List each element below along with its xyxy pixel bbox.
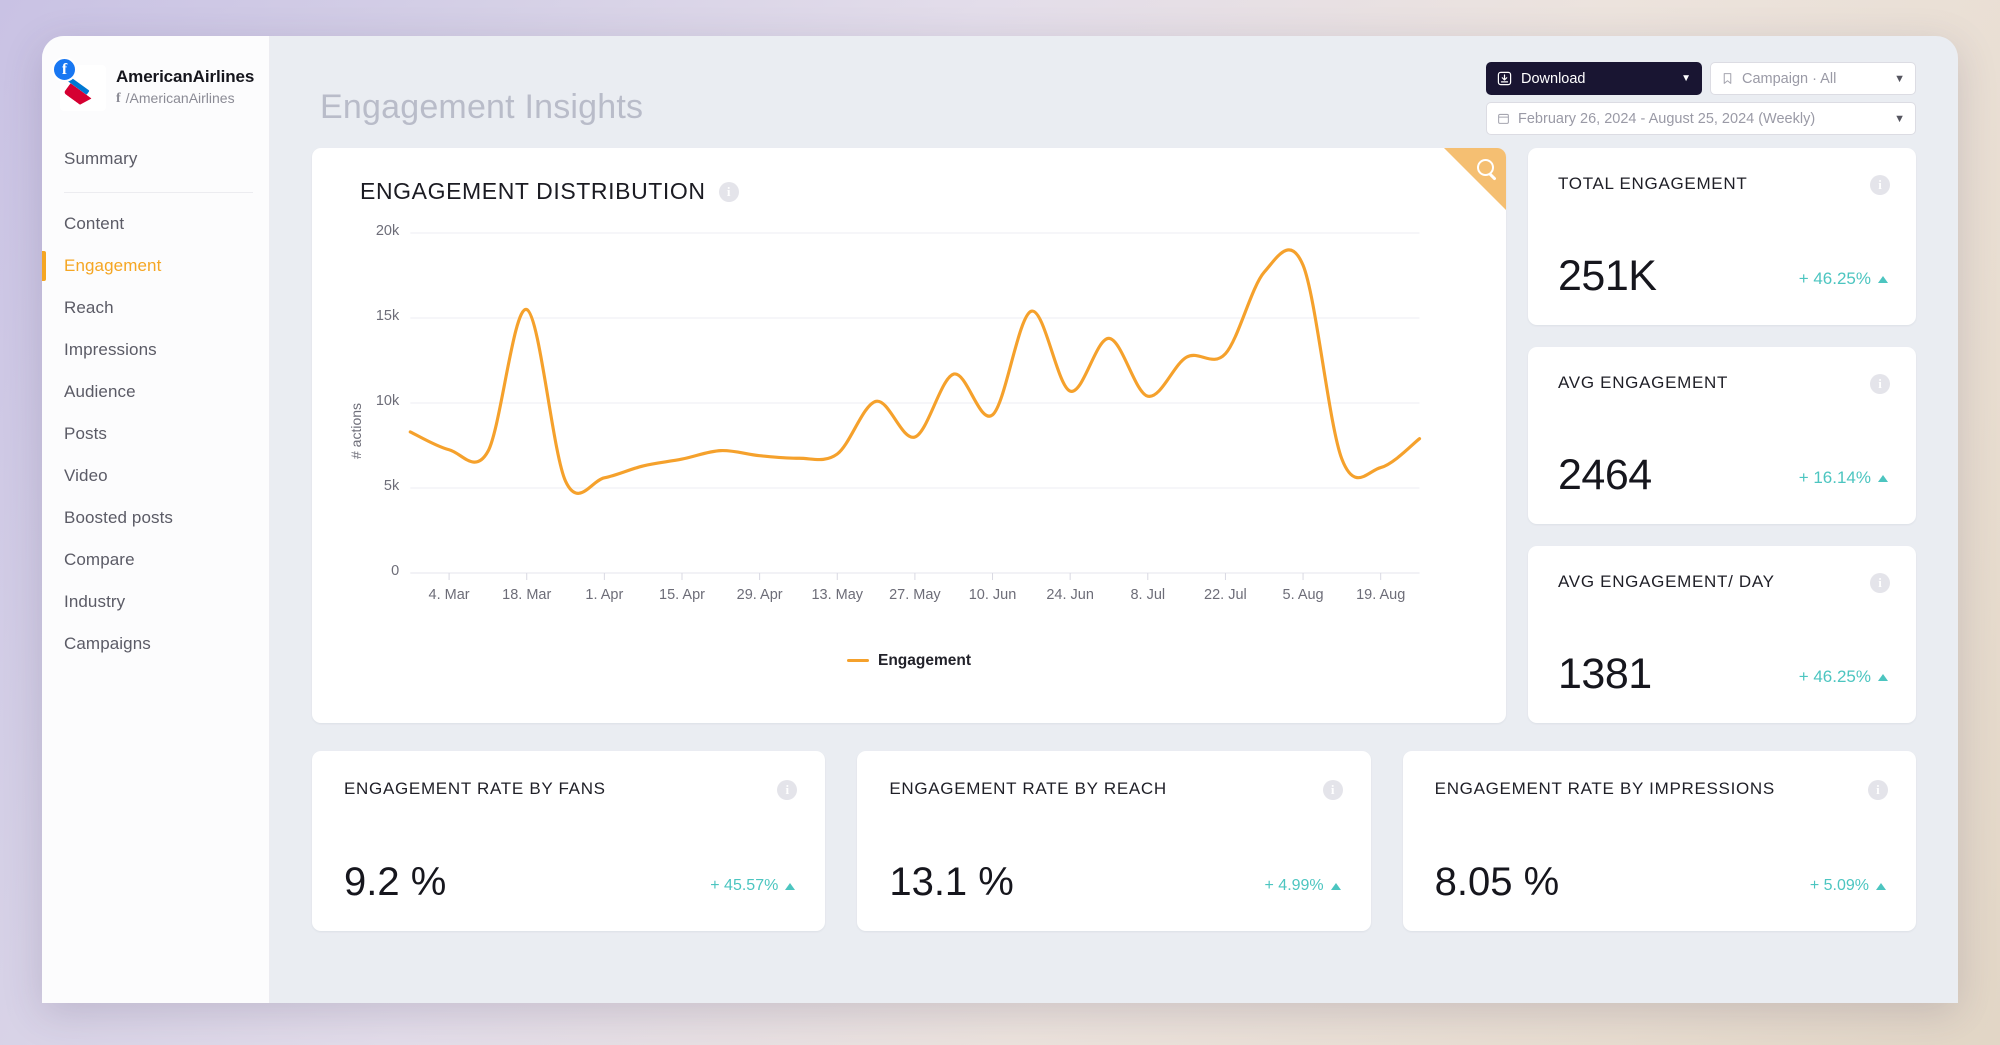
chevron-down-icon: ▼ xyxy=(1681,73,1691,84)
download-button-label: Download xyxy=(1521,70,1586,87)
sidebar-item-reach[interactable]: Reach xyxy=(42,287,269,329)
info-icon[interactable]: i xyxy=(1870,573,1890,593)
kpi-delta: + 46.25% xyxy=(1799,269,1888,289)
info-icon[interactable]: i xyxy=(718,181,739,202)
date-range-select[interactable]: February 26, 2024 - August 25, 2024 (Wee… xyxy=(1486,102,1916,135)
info-icon[interactable]: i xyxy=(1870,175,1890,195)
date-range-label: February 26, 2024 - August 25, 2024 (Wee… xyxy=(1518,110,1816,127)
rate-card-by-impressions: ENGAGEMENT RATE BY IMPRESSIONS i 8.05 % … xyxy=(1402,751,1916,931)
sidebar-item-industry[interactable]: Industry xyxy=(42,581,269,623)
chart-title: ENGAGEMENT DISTRIBUTION xyxy=(360,178,706,204)
chart-legend: Engagement xyxy=(312,649,1506,670)
profile-name: AmericanAirlines xyxy=(116,67,255,87)
kpi-card-avg-engagement-per-day: AVG ENGAGEMENT/ DAY i 1381 + 46.25% xyxy=(1528,546,1916,723)
rate-card-by-fans: ENGAGEMENT RATE BY FANS i 9.2 % + 45.57% xyxy=(312,751,826,931)
rate-delta: + 4.99% xyxy=(1265,877,1341,895)
kpi-title: TOTAL ENGAGEMENT xyxy=(1558,174,1748,193)
kpi-title: AVG ENGAGEMENT xyxy=(1558,373,1729,392)
sidebar-item-video[interactable]: Video xyxy=(42,455,269,497)
trend-up-icon xyxy=(1878,673,1888,681)
kpi-column: TOTAL ENGAGEMENT i 251K + 46.25% AVG ENG… xyxy=(1528,148,1916,723)
facebook-glyph-icon: f xyxy=(116,91,121,107)
rate-delta: + 45.57% xyxy=(710,877,796,895)
sidebar-item-audience[interactable]: Audience xyxy=(42,371,269,413)
rate-delta: + 5.09% xyxy=(1810,877,1886,895)
trend-up-icon xyxy=(1878,474,1888,482)
profile-header[interactable]: f AmericanAirlines f /AmericanAirlines xyxy=(42,36,269,122)
sidebar-item-content[interactable]: Content xyxy=(42,203,269,245)
rate-delta-text: + 4.99% xyxy=(1264,877,1324,894)
sidebar-item-compare[interactable]: Compare xyxy=(42,539,269,581)
kpi-title: AVG ENGAGEMENT/ DAY xyxy=(1558,572,1775,591)
topbar: Engagement Insights Download ▼ Campaign … xyxy=(296,36,1932,148)
app-window: f AmericanAirlines f /AmericanAirlines S… xyxy=(42,36,1958,1003)
kpi-delta: + 16.14% xyxy=(1799,468,1888,488)
info-icon[interactable]: i xyxy=(1867,780,1888,800)
kpi-delta-text: + 46.25% xyxy=(1798,269,1871,288)
bookmark-icon xyxy=(1723,73,1732,84)
legend-swatch xyxy=(846,659,869,662)
trend-up-icon xyxy=(1330,882,1341,890)
corner-triangle xyxy=(1444,148,1506,210)
rate-delta-text: + 5.09% xyxy=(1809,877,1869,894)
calendar-icon xyxy=(1498,113,1509,124)
chevron-down-icon: ▼ xyxy=(1894,72,1905,85)
trend-up-icon xyxy=(785,882,796,890)
sidebar-item-engagement[interactable]: Engagement xyxy=(42,245,269,287)
legend-item-engagement[interactable]: Engagement xyxy=(846,651,971,670)
main-content: Engagement Insights Download ▼ Campaign … xyxy=(270,36,1958,1003)
download-icon xyxy=(1497,71,1512,86)
sidebar-item-impressions[interactable]: Impressions xyxy=(42,329,269,371)
trend-up-icon xyxy=(1878,275,1888,283)
profile-handle-text: /AmericanAirlines xyxy=(125,90,235,107)
sidebar-divider xyxy=(64,192,253,193)
engagement-line xyxy=(408,248,1422,495)
topbar-controls: Download ▼ Campaign · All ▼ February 26,… xyxy=(1486,62,1916,135)
sidebar-nav: Summary Content Engagement Reach Impress… xyxy=(42,122,269,665)
sidebar-item-boosted-posts[interactable]: Boosted posts xyxy=(42,497,269,539)
engagement-line-chart xyxy=(408,232,1422,580)
avatar: f xyxy=(52,57,106,111)
kpi-value: 1381 xyxy=(1558,650,1652,698)
sidebar: f AmericanAirlines f /AmericanAirlines S… xyxy=(42,36,270,1003)
rate-cards-row: ENGAGEMENT RATE BY FANS i 9.2 % + 45.57%… xyxy=(296,723,1932,931)
rate-value: 8.05 % xyxy=(1434,860,1560,904)
info-icon[interactable]: i xyxy=(1870,374,1890,394)
sidebar-item-summary[interactable]: Summary xyxy=(42,138,269,180)
kpi-value: 251K xyxy=(1558,252,1657,300)
chart-column: ENGAGEMENT DISTRIBUTION i 0 5k 10k 15k 20k # … xyxy=(312,148,1506,723)
rate-title: ENGAGEMENT RATE BY IMPRESSIONS xyxy=(1434,779,1775,798)
rate-value: 9.2 % xyxy=(344,860,447,904)
rate-value: 13.1 % xyxy=(889,860,1014,904)
info-icon[interactable]: i xyxy=(777,780,798,800)
engagement-distribution-card: ENGAGEMENT DISTRIBUTION i 0 5k 10k 15k 20k # … xyxy=(312,148,1506,723)
campaign-filter-select[interactable]: Campaign · All ▼ xyxy=(1710,62,1916,95)
kpi-delta-text: + 46.25% xyxy=(1798,667,1871,686)
content-grid: ENGAGEMENT DISTRIBUTION i 0 5k 10k 15k 20k # … xyxy=(296,148,1932,723)
kpi-card-avg-engagement: AVG ENGAGEMENT i 2464 + 16.14% xyxy=(1528,347,1916,524)
rate-title: ENGAGEMENT RATE BY FANS xyxy=(344,779,606,798)
kpi-card-total-engagement: TOTAL ENGAGEMENT i 251K + 46.25% xyxy=(1528,148,1916,325)
kpi-delta-text: + 16.14% xyxy=(1798,468,1871,487)
sidebar-item-campaigns[interactable]: Campaigns xyxy=(42,623,269,665)
trend-up-icon xyxy=(1875,882,1886,890)
download-button[interactable]: Download ▼ xyxy=(1486,62,1702,95)
facebook-icon: f xyxy=(52,57,77,82)
sidebar-item-posts[interactable]: Posts xyxy=(42,413,269,455)
chevron-down-icon: ▼ xyxy=(1894,112,1905,125)
info-icon[interactable]: i xyxy=(1322,780,1343,800)
chart-plot-area: 0 5k 10k 15k 20k # actions 4. Mar 18. Mar 1. Apr… xyxy=(312,215,1506,635)
rate-title: ENGAGEMENT RATE BY REACH xyxy=(889,779,1167,798)
rate-card-by-reach: ENGAGEMENT RATE BY REACH i 13.1 % + 4.99… xyxy=(857,751,1371,931)
search-icon xyxy=(1477,159,1494,176)
rate-delta-text: + 45.57% xyxy=(710,877,779,894)
page-title: Engagement Insights xyxy=(320,88,644,126)
chart-header: ENGAGEMENT DISTRIBUTION i xyxy=(312,148,1506,205)
campaign-filter-label: Campaign · All xyxy=(1742,70,1837,87)
kpi-value: 2464 xyxy=(1558,451,1652,499)
legend-label: Engagement xyxy=(877,651,971,669)
kpi-delta: + 46.25% xyxy=(1799,667,1888,687)
chart-search-button[interactable] xyxy=(1444,148,1506,210)
profile-handle: f /AmericanAirlines xyxy=(116,90,254,108)
